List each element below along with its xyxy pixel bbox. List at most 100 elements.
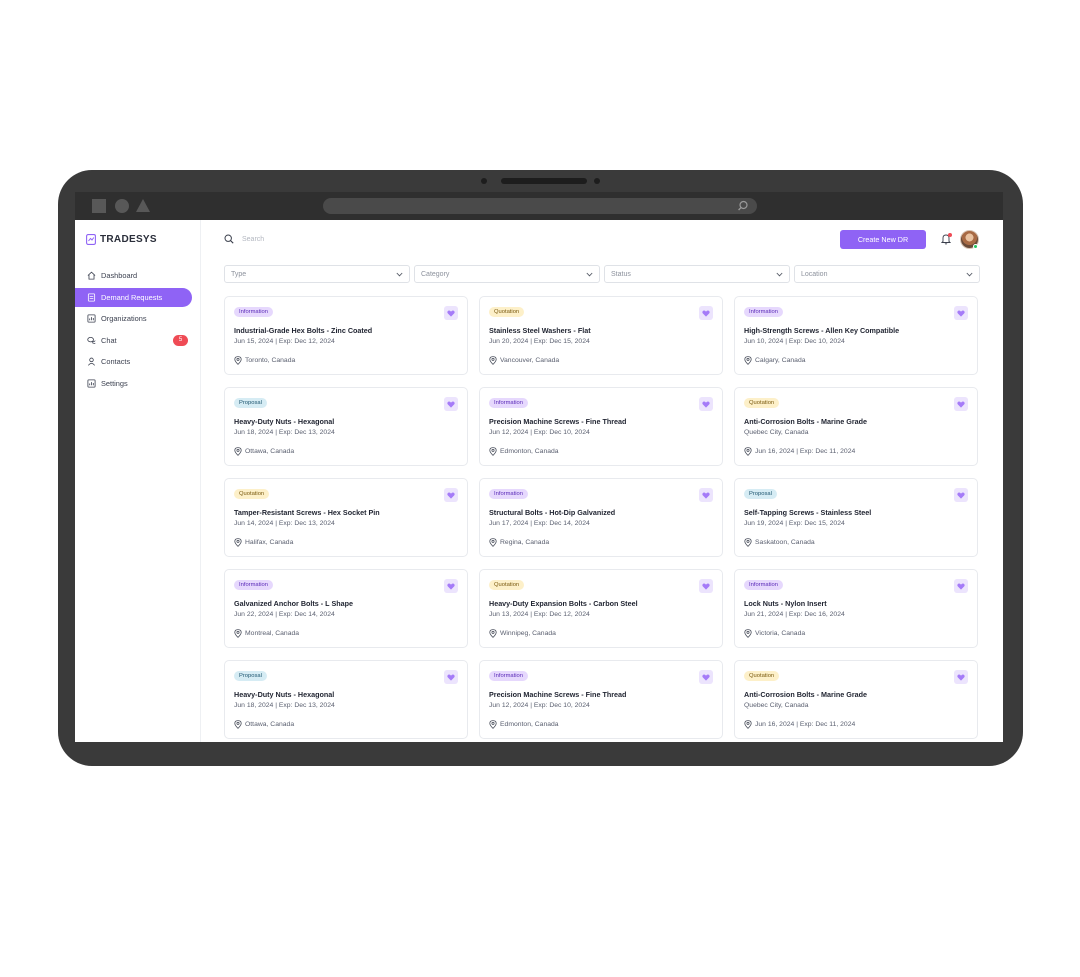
- favorite-button[interactable]: [444, 306, 458, 320]
- favorite-button[interactable]: [699, 488, 713, 502]
- request-type-tag: Information: [744, 307, 783, 317]
- card-title: Precision Machine Screws - Fine Thread: [489, 690, 627, 699]
- location-pin-icon: [234, 720, 242, 729]
- favorite-button[interactable]: [444, 488, 458, 502]
- address-bar[interactable]: [323, 198, 757, 214]
- location-pin-icon: [489, 538, 497, 547]
- card-title: Industrial-Grade Hex Bolts - Zinc Coated: [234, 326, 373, 335]
- demand-request-card[interactable]: Information Precision Machine Screws - F…: [479, 660, 723, 739]
- browser-toolbar: [75, 192, 1003, 220]
- sidebar-item-organizations[interactable]: Organizations: [75, 309, 201, 328]
- sidebar-item-label: Organizations: [101, 314, 147, 323]
- sidebar-item-label: Dashboard: [101, 271, 138, 280]
- browser-window: TRADESYS Dashboard Demand Requests Organ…: [75, 192, 1003, 742]
- triangle-icon: [136, 199, 150, 212]
- create-new-dr-button[interactable]: Create New DR: [840, 230, 926, 249]
- global-search[interactable]: Search: [224, 234, 264, 244]
- document-icon: [87, 292, 96, 302]
- sidebar-item-demand-requests[interactable]: Demand Requests: [75, 287, 192, 307]
- demand-request-card[interactable]: Information High-Strength Screws - Allen…: [734, 296, 978, 375]
- location-pin-icon: [234, 538, 242, 547]
- filter-status[interactable]: Status: [604, 265, 790, 283]
- favorite-button[interactable]: [954, 670, 968, 684]
- favorite-button[interactable]: [699, 397, 713, 411]
- favorite-button[interactable]: [954, 306, 968, 320]
- request-type-tag: Quotation: [234, 489, 270, 499]
- favorite-button[interactable]: [954, 488, 968, 502]
- sidebar-item-contacts[interactable]: Contacts: [75, 352, 201, 371]
- location-text: Montreal, Canada: [245, 630, 300, 637]
- demand-request-card[interactable]: Quotation Heavy-Duty Expansion Bolts - C…: [479, 569, 723, 648]
- card-title: Heavy-Duty Expansion Bolts - Carbon Stee…: [489, 599, 638, 608]
- app-logo[interactable]: TRADESYS: [86, 234, 157, 245]
- demand-request-card[interactable]: Information Structural Bolts - Hot-Dip G…: [479, 478, 723, 557]
- demand-request-card[interactable]: Information Industrial-Grade Hex Bolts -…: [224, 296, 468, 375]
- card-dates: Jun 21, 2024 | Exp: Dec 16, 2024: [744, 611, 845, 618]
- main-content: Search Create New DR Type Category Statu…: [202, 220, 1003, 742]
- home-icon: [87, 271, 96, 280]
- heart-icon: [957, 674, 965, 681]
- favorite-button[interactable]: [444, 397, 458, 411]
- favorite-button[interactable]: [444, 670, 458, 684]
- heart-icon: [447, 492, 455, 499]
- search-icon[interactable]: [737, 200, 749, 212]
- request-type-tag: Quotation: [489, 307, 525, 317]
- search-input[interactable]: Search: [242, 236, 264, 243]
- sidebar: TRADESYS Dashboard Demand Requests Organ…: [75, 220, 201, 742]
- sidebar-item-chat[interactable]: Chat 5: [75, 331, 201, 350]
- location-text: Winnipeg, Canada: [500, 630, 556, 637]
- location-text: Halifax, Canada: [245, 539, 294, 546]
- demand-request-card[interactable]: Information Galvanized Anchor Bolts - L …: [224, 569, 468, 648]
- demand-request-card[interactable]: Proposal Heavy-Duty Nuts - Hexagonal Jun…: [224, 387, 468, 466]
- demand-request-card[interactable]: Information Lock Nuts - Nylon Insert Jun…: [734, 569, 978, 648]
- chevron-down-icon: [966, 272, 973, 276]
- request-type-tag: Quotation: [489, 580, 525, 590]
- favorite-button[interactable]: [444, 579, 458, 593]
- card-dates: Jun 17, 2024 | Exp: Dec 14, 2024: [489, 520, 590, 527]
- sidebar-item-dashboard[interactable]: Dashboard: [75, 266, 201, 285]
- card-dates: Jun 18, 2024 | Exp: Dec 13, 2024: [234, 702, 335, 709]
- card-title: High-Strength Screws - Allen Key Compati…: [744, 326, 900, 335]
- demand-request-card[interactable]: Quotation Anti-Corrosion Bolts - Marine …: [734, 660, 978, 739]
- favorite-button[interactable]: [699, 579, 713, 593]
- demand-request-card[interactable]: Quotation Tamper-Resistant Screws - Hex …: [224, 478, 468, 557]
- square-icon: [92, 199, 106, 213]
- favorite-button[interactable]: [954, 397, 968, 411]
- location-text: Ottawa, Canada: [245, 448, 295, 455]
- filter-label: Type: [231, 270, 247, 278]
- location-text: Jun 16, 2024 | Exp: Dec 11, 2024: [755, 721, 856, 728]
- chat-icon: [87, 336, 96, 344]
- sidebar-item-settings[interactable]: Settings: [75, 374, 201, 393]
- app-name: TRADESYS: [100, 234, 157, 245]
- chevron-down-icon: [586, 272, 593, 276]
- favorite-button[interactable]: [699, 306, 713, 320]
- sidebar-nav: Dashboard Demand Requests Organizations …: [75, 266, 201, 395]
- online-status-dot: [973, 244, 978, 249]
- demand-request-card[interactable]: Proposal Self-Tapping Screws - Stainless…: [734, 478, 978, 557]
- request-type-tag: Information: [234, 580, 273, 590]
- location-pin-icon: [744, 356, 752, 365]
- card-dates: Jun 10, 2024 | Exp: Dec 10, 2024: [744, 338, 845, 345]
- location-text: Jun 16, 2024 | Exp: Dec 11, 2024: [755, 448, 856, 455]
- location-pin-icon: [489, 356, 497, 365]
- filter-location[interactable]: Location: [794, 265, 980, 283]
- card-title: Galvanized Anchor Bolts - L Shape: [234, 599, 354, 608]
- demand-request-card[interactable]: Proposal Heavy-Duty Nuts - Hexagonal Jun…: [224, 660, 468, 739]
- location-pin-icon: [234, 356, 242, 365]
- heart-icon: [447, 583, 455, 590]
- card-dates: Jun 15, 2024 | Exp: Dec 12, 2024: [234, 338, 335, 345]
- sensor-dot: [594, 178, 600, 184]
- card-location: Jun 16, 2024 | Exp: Dec 11, 2024: [744, 720, 855, 729]
- card-location: Jun 16, 2024 | Exp: Dec 11, 2024: [744, 447, 855, 456]
- card-location: Vancouver, Canada: [489, 356, 559, 365]
- favorite-button[interactable]: [954, 579, 968, 593]
- demand-request-card[interactable]: Information Precision Machine Screws - F…: [479, 387, 723, 466]
- favorite-button[interactable]: [699, 670, 713, 684]
- demand-request-card[interactable]: Quotation Stainless Steel Washers - Flat…: [479, 296, 723, 375]
- location-text: Ottawa, Canada: [245, 721, 295, 728]
- demand-request-card[interactable]: Quotation Anti-Corrosion Bolts - Marine …: [734, 387, 978, 466]
- heart-icon: [957, 583, 965, 590]
- filter-category[interactable]: Category: [414, 265, 600, 283]
- filter-label: Status: [611, 270, 631, 278]
- filter-type[interactable]: Type: [224, 265, 410, 283]
